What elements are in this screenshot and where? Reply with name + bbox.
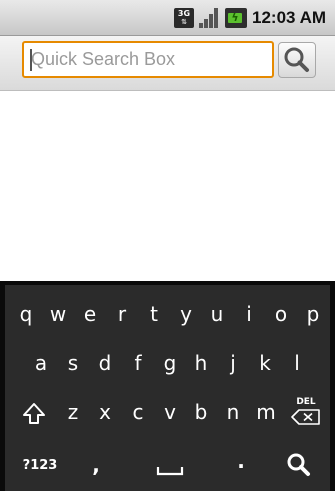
space-icon xyxy=(156,467,184,476)
key-b[interactable]: b xyxy=(188,400,214,428)
key-x[interactable]: x xyxy=(92,400,118,428)
3g-icon: 3G ⇅ xyxy=(174,8,194,28)
key-n[interactable]: n xyxy=(220,400,246,428)
key-p[interactable]: p xyxy=(300,302,326,330)
shift-key[interactable] xyxy=(19,399,49,429)
key-c[interactable]: c xyxy=(125,400,151,428)
key-k[interactable]: k xyxy=(252,351,278,379)
search-key[interactable] xyxy=(282,449,316,481)
key-j[interactable]: j xyxy=(220,351,246,379)
signal-icon xyxy=(198,8,220,28)
soft-keyboard: q w e r t y u i o p a s d f g h j k l z … xyxy=(0,281,335,491)
key-r[interactable]: r xyxy=(109,302,135,330)
search-icon xyxy=(284,47,309,72)
battery-charging-icon: ϟ xyxy=(225,8,247,28)
key-w[interactable]: w xyxy=(45,302,71,330)
results-area xyxy=(0,91,335,281)
key-o[interactable]: o xyxy=(268,302,294,330)
text-cursor xyxy=(30,49,32,71)
network-label: 3G xyxy=(177,9,191,18)
key-i[interactable]: i xyxy=(236,302,262,330)
key-q[interactable]: q xyxy=(13,302,39,330)
delete-key[interactable]: DEL xyxy=(288,397,324,429)
key-period[interactable]: . xyxy=(228,449,254,477)
key-z[interactable]: z xyxy=(60,400,86,428)
keyboard-panel: q w e r t y u i o p a s d f g h j k l z … xyxy=(5,285,330,491)
key-a[interactable]: a xyxy=(28,351,54,379)
key-v[interactable]: v xyxy=(157,400,183,428)
key-h[interactable]: h xyxy=(188,351,214,379)
key-g[interactable]: g xyxy=(157,351,183,379)
key-e[interactable]: e xyxy=(77,302,103,330)
key-f[interactable]: f xyxy=(125,351,151,379)
search-placeholder: Quick Search Box xyxy=(31,49,176,69)
status-bar: 3G ⇅ ϟ 12:03 AM xyxy=(0,0,335,36)
key-u[interactable]: u xyxy=(204,302,230,330)
shift-icon xyxy=(23,403,45,424)
key-s[interactable]: s xyxy=(60,351,86,379)
search-input[interactable]: Quick Search Box xyxy=(22,41,274,78)
key-l[interactable]: l xyxy=(284,351,310,379)
delete-label: DEL xyxy=(296,397,316,407)
key-d[interactable]: d xyxy=(92,351,118,379)
quick-search-app: Quick Search Box xyxy=(0,36,335,281)
key-t[interactable]: t xyxy=(141,302,167,330)
status-time: 12:03 AM xyxy=(252,8,327,27)
search-bar: Quick Search Box xyxy=(0,36,335,91)
search-icon xyxy=(287,453,310,476)
key-comma[interactable]: , xyxy=(83,453,109,481)
key-m[interactable]: m xyxy=(251,400,281,428)
space-key[interactable] xyxy=(145,451,195,481)
symbols-key[interactable]: ?123 xyxy=(17,454,63,478)
backspace-icon xyxy=(291,409,320,425)
search-button[interactable] xyxy=(278,42,316,78)
key-y[interactable]: y xyxy=(173,302,199,330)
data-arrows-icon: ⇅ xyxy=(181,18,187,26)
